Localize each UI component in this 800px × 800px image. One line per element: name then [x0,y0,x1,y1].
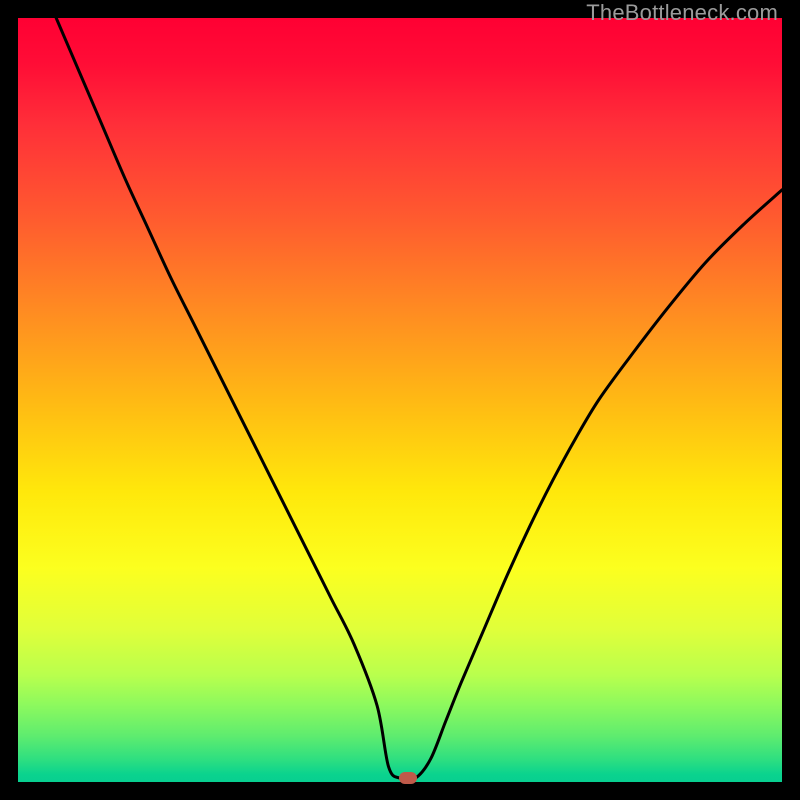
chart-frame: TheBottleneck.com [0,0,800,800]
attribution-text: TheBottleneck.com [586,0,778,26]
plot-area [18,18,782,782]
curve-minimum-marker [399,772,417,784]
bottleneck-curve [18,18,782,782]
